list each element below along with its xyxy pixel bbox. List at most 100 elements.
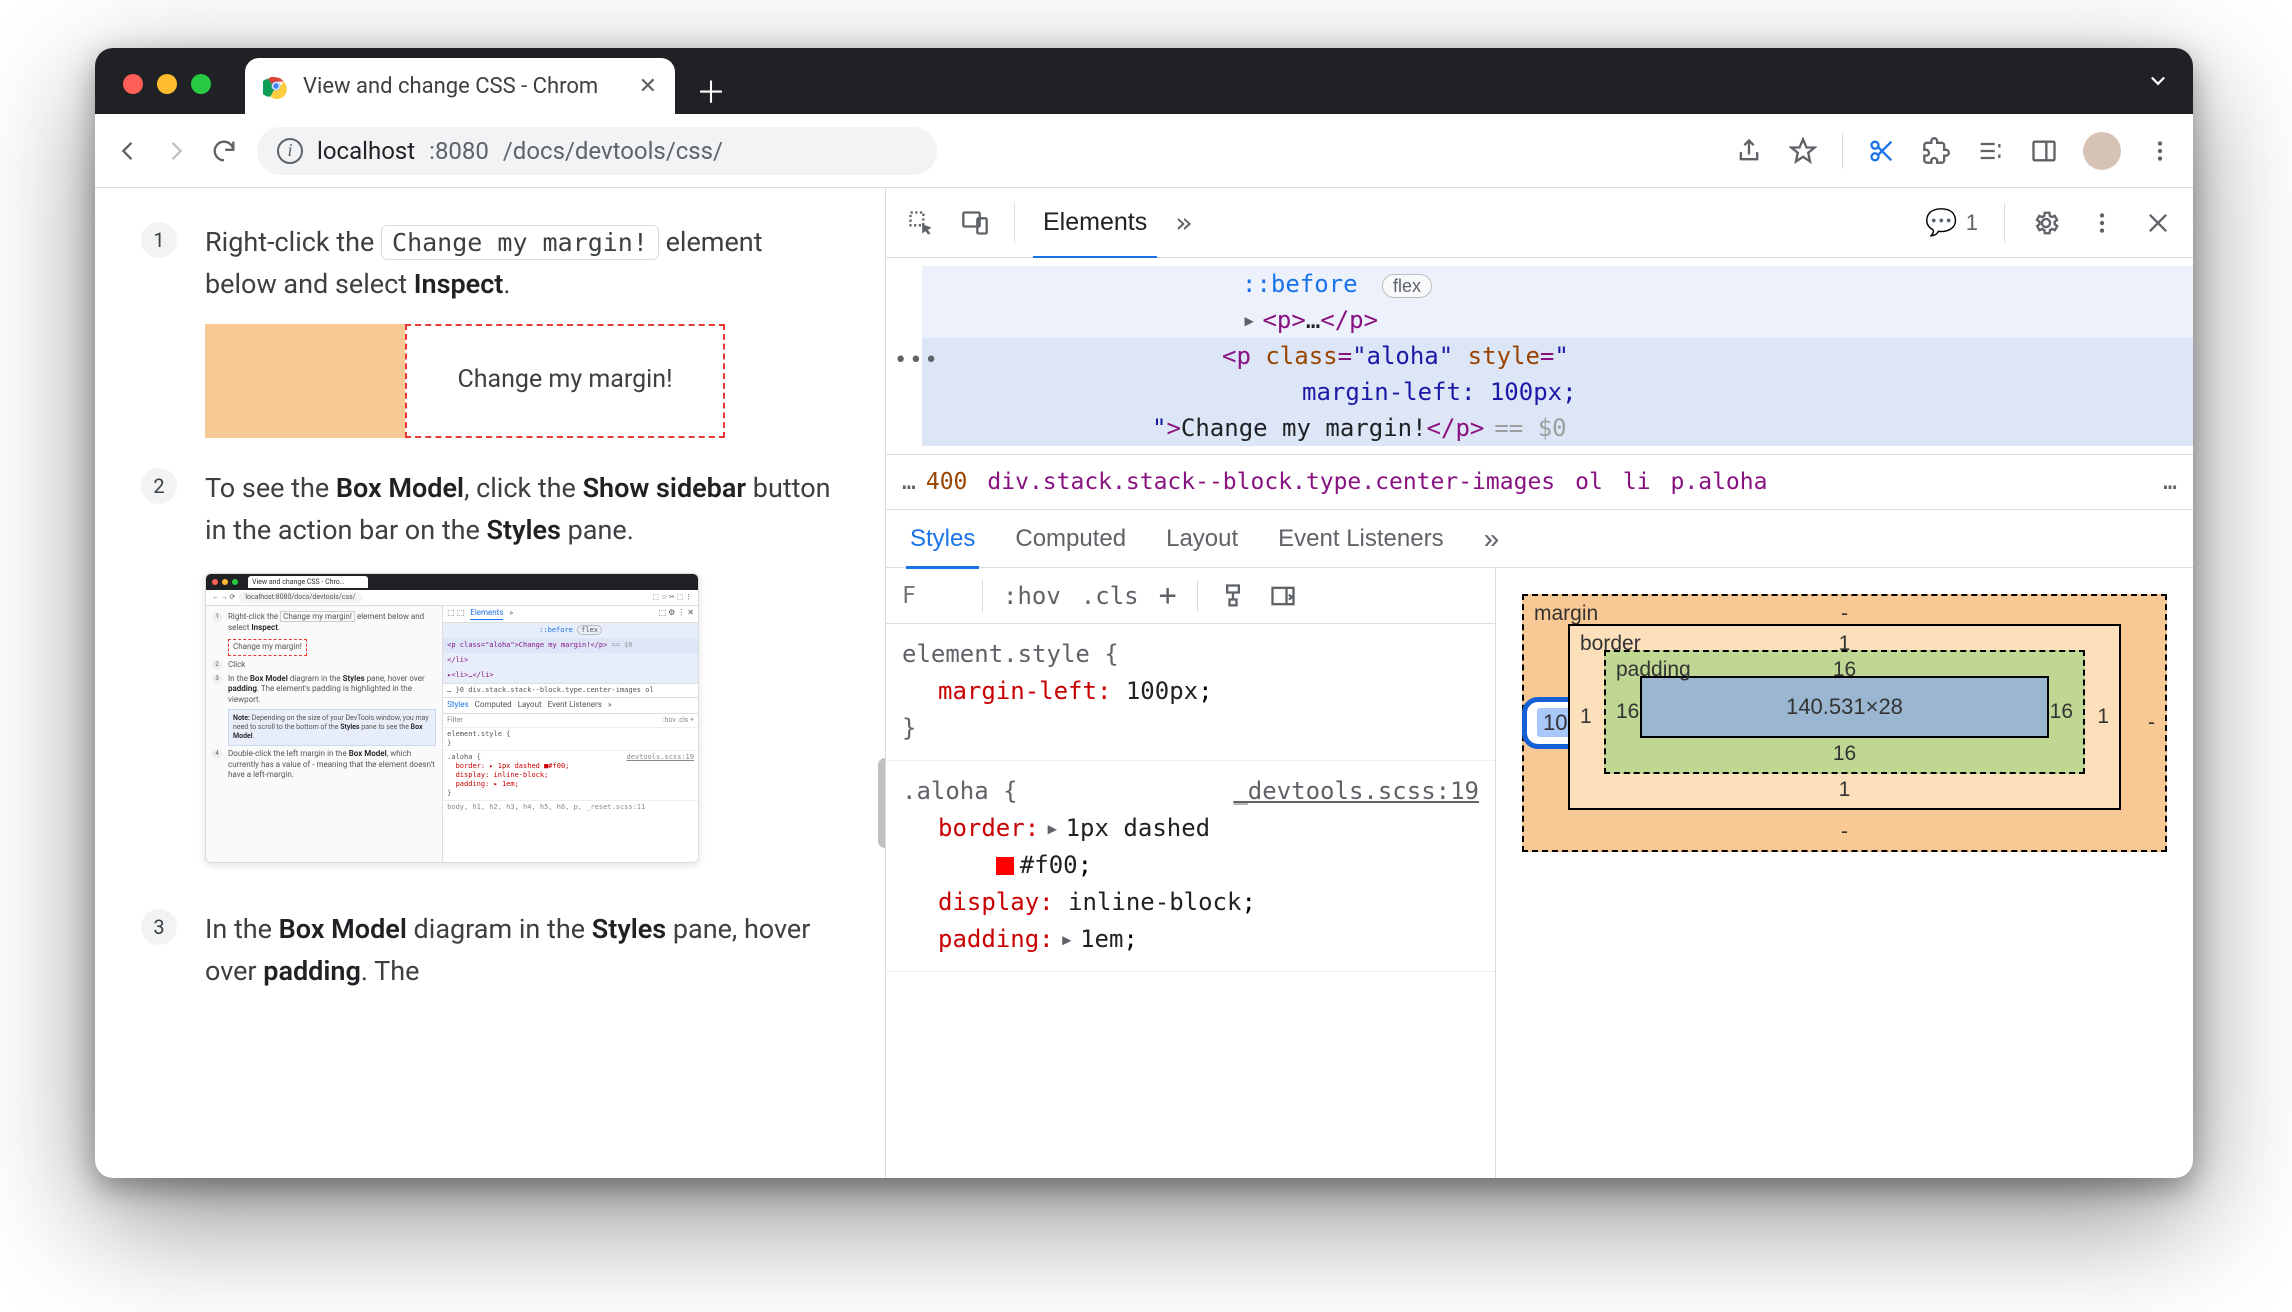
forward-button[interactable] — [161, 136, 191, 166]
margin-demo: Change my margin! — [205, 324, 839, 438]
element-style-block[interactable]: element.style { margin-left: 100px; } — [886, 624, 1495, 761]
tab-elements[interactable]: Elements — [1039, 188, 1151, 257]
dom-tree[interactable]: ••• ::before flex ▸<p>…</p> <p class="al… — [886, 258, 2193, 454]
bm-margin-right[interactable]: - — [2148, 711, 2155, 735]
divider — [1014, 203, 1015, 243]
tabs-chevron-icon[interactable] — [2147, 70, 2169, 96]
dom-row-close[interactable]: ">Change my margin!</p>== $0 — [922, 410, 2193, 446]
s2b1: Box Model — [336, 472, 464, 504]
s3t2: diagram in the — [407, 913, 592, 945]
extensions-icon[interactable] — [1921, 136, 1951, 166]
prop-margin-left[interactable]: margin-left — [938, 677, 1097, 705]
back-button[interactable] — [113, 136, 143, 166]
share-icon[interactable] — [1734, 136, 1764, 166]
bm-margin[interactable]: margin - - - 100 border 1 1 1 1 — [1522, 594, 2167, 852]
bm-content[interactable]: 140.531×28 — [1640, 676, 2049, 738]
dom-row-before[interactable]: ::before flex — [922, 266, 2193, 302]
bc-dots-left[interactable]: … — [902, 469, 916, 495]
bm-margin-top[interactable]: - — [1841, 602, 1848, 626]
bc-div[interactable]: div.stack.stack--block.type.center-image… — [987, 469, 1555, 495]
new-tab-button[interactable]: ＋ — [687, 66, 735, 114]
val-margin-left[interactable]: 100px — [1126, 677, 1198, 705]
tab-styles[interactable]: Styles — [910, 510, 975, 568]
site-info-icon[interactable]: i — [277, 138, 303, 164]
bm-border-bottom[interactable]: 1 — [1839, 778, 1851, 802]
more-styles-tabs-icon[interactable]: » — [1484, 523, 1500, 555]
profile-avatar[interactable] — [2083, 132, 2121, 170]
kebab-menu-icon[interactable] — [2087, 208, 2117, 238]
prop-padding[interactable]: padding — [938, 925, 1039, 953]
hov-toggle[interactable]: :hov — [1003, 582, 1061, 610]
prop-border[interactable]: border — [938, 814, 1025, 842]
show-sidebar-icon[interactable] — [1268, 581, 1298, 611]
url-host: localhost — [317, 137, 415, 165]
bm-padding-top[interactable]: 16 — [1833, 658, 1856, 682]
device-toggle-icon[interactable] — [960, 208, 990, 238]
tab-close-icon[interactable]: ✕ — [639, 74, 657, 99]
step-1: 1 Right-click the Change my margin! elem… — [141, 222, 839, 438]
eq0-indicator: == $0 — [1494, 414, 1566, 442]
val-border-2[interactable]: dashed — [1123, 814, 1210, 842]
tab-computed[interactable]: Computed — [1015, 510, 1126, 568]
bm-border-left[interactable]: 1 — [1580, 705, 1592, 729]
bookmark-icon[interactable] — [1788, 136, 1818, 166]
bc-ol[interactable]: ol — [1575, 469, 1603, 495]
issues-badge[interactable]: 💬1 — [1925, 207, 1978, 238]
close-icon[interactable] — [123, 74, 143, 94]
bm-padding[interactable]: padding 16 16 16 16 140.531×28 — [1604, 650, 2085, 774]
flex-badge[interactable]: flex — [1382, 274, 1432, 298]
bm-border-right[interactable]: 1 — [2097, 705, 2109, 729]
cls-toggle[interactable]: .cls — [1081, 582, 1139, 610]
step-2: 2 To see the Box Model, click the Show s… — [141, 468, 839, 864]
styles-lower: :hov .cls + element.style { margin-left: — [886, 568, 2193, 1178]
expand-icon[interactable]: ▸ — [1060, 925, 1074, 953]
paint-icon[interactable] — [1218, 581, 1248, 611]
more-tabs-icon[interactable]: » — [1175, 206, 1192, 239]
source-link[interactable]: _devtools.scss:19 — [1233, 773, 1479, 810]
dom-breadcrumb[interactable]: … 400 div.stack.stack--block.type.center… — [886, 454, 2193, 510]
maximize-icon[interactable] — [191, 74, 211, 94]
menu-icon[interactable] — [2145, 136, 2175, 166]
tab-layout[interactable]: Layout — [1166, 510, 1238, 568]
margin-demo-box[interactable]: Change my margin! — [405, 324, 725, 438]
new-rule-icon[interactable]: + — [1159, 578, 1177, 613]
s3b3: padding — [263, 955, 361, 987]
close-devtools-icon[interactable] — [2143, 208, 2173, 238]
s3b1: Box Model — [279, 913, 407, 945]
bc-paloha[interactable]: p.aloha — [1671, 469, 1768, 495]
browser-tab[interactable]: View and change CSS - Chrom ✕ — [245, 58, 675, 114]
inspect-icon[interactable] — [906, 208, 936, 238]
reading-list-icon[interactable] — [1975, 136, 2005, 166]
val-padding[interactable]: 1em — [1080, 925, 1123, 953]
dom-row-style-rule[interactable]: margin-left: 100px; — [922, 374, 2193, 410]
settings-icon[interactable] — [2031, 208, 2061, 238]
bm-padding-bottom[interactable]: 16 — [1833, 742, 1856, 766]
side-panel-icon[interactable] — [2029, 136, 2059, 166]
val-display[interactable]: inline-block — [1068, 888, 1241, 916]
bc-li[interactable]: li — [1623, 469, 1651, 495]
page-scrollbar[interactable] — [878, 758, 885, 848]
dom-row-p-collapsed[interactable]: ▸<p>…</p> — [922, 302, 2193, 338]
bm-padding-left[interactable]: 16 — [1616, 700, 1639, 724]
bc-dots-right[interactable]: … — [2163, 469, 2177, 495]
expand-icon[interactable]: ▸ — [1045, 814, 1059, 842]
dom-row-selected[interactable]: <p class="aloha" style=" — [922, 338, 2193, 374]
val-border-1[interactable]: 1px — [1066, 814, 1109, 842]
bm-margin-bottom[interactable]: - — [1841, 820, 1848, 844]
url-input[interactable]: i localhost:8080/docs/devtools/css/ — [257, 127, 937, 175]
fold-icon[interactable]: ▸ — [1242, 306, 1256, 334]
reload-button[interactable] — [209, 136, 239, 166]
bm-padding-right[interactable]: 16 — [2050, 700, 2073, 724]
scissors-icon[interactable] — [1867, 136, 1897, 166]
prop-display[interactable]: display — [938, 888, 1039, 916]
val-border-color[interactable]: #f00 — [1020, 851, 1078, 879]
styles-filter-input[interactable] — [902, 583, 962, 609]
box-model[interactable]: margin - - - 100 border 1 1 1 1 — [1496, 568, 2193, 1178]
minimize-icon[interactable] — [157, 74, 177, 94]
aloha-block[interactable]: _devtools.scss:19 .aloha { border:▸1px d… — [886, 761, 1495, 972]
bc-num[interactable]: 400 — [926, 469, 968, 495]
color-swatch[interactable] — [996, 857, 1014, 875]
bm-border[interactable]: border 1 1 1 1 padding 16 16 16 — [1568, 624, 2121, 810]
tab-event-listeners[interactable]: Event Listeners — [1278, 510, 1443, 568]
s3t1: In the — [205, 913, 279, 945]
